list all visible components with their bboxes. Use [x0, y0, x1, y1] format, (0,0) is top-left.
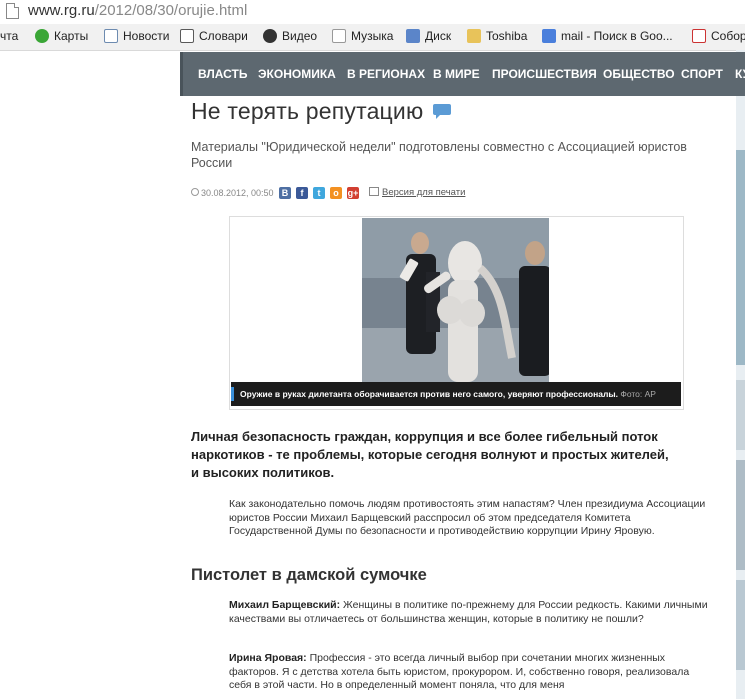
address-bar[interactable]: www.rg.ru/2012/08/30/orujie.html: [0, 0, 745, 24]
nav-item-society[interactable]: ОБЩЕСТВО: [603, 67, 675, 81]
bookmark-google-search[interactable]: mail - Поиск в Goo...: [542, 29, 673, 45]
bookmark-music[interactable]: Музыка: [332, 29, 393, 45]
bookmark-toshiba[interactable]: Toshiba: [467, 29, 527, 45]
vkontakte-icon[interactable]: B: [279, 187, 291, 199]
main-navigation: ВЛАСТЬ ЭКОНОМИКА В РЕГИОНАХ В МИРЕ ПРОИС…: [180, 52, 745, 96]
bookmark-news[interactable]: Новости: [104, 29, 169, 45]
yandex-icon: [692, 29, 706, 43]
bookmarks-bar: чта Карты Новости Словари Видео Музыка Д…: [0, 24, 745, 51]
news-icon: [104, 29, 118, 43]
folder-icon: [467, 29, 481, 43]
dictionary-icon: [180, 29, 194, 43]
comments-icon[interactable]: [433, 104, 451, 119]
bookmark-disk[interactable]: Диск: [406, 29, 451, 45]
bookmark-maps[interactable]: Карты: [35, 29, 88, 45]
side-image: [736, 580, 745, 670]
article-photo[interactable]: [362, 218, 549, 382]
question-paragraph: Михаил Барщевский: Женщины в политике по…: [229, 599, 708, 625]
nav-item-culture[interactable]: КУ: [735, 67, 745, 81]
url-text[interactable]: www.rg.ru/2012/08/30/orujie.html: [28, 2, 247, 19]
article-lead: Личная безопасность граждан, коррупция и…: [191, 429, 669, 480]
answer-paragraph: Ирина Яровая: Профессия - это всегда лич…: [229, 652, 690, 691]
page-icon: [6, 3, 19, 19]
side-image: [736, 380, 745, 450]
nav-item-world[interactable]: В МИРЕ: [433, 67, 480, 81]
bookmark-sobor[interactable]: Собор: [692, 29, 745, 45]
photo-caption: Оружие в руках дилетанта оборачивается п…: [231, 382, 681, 406]
nav-item-regions[interactable]: В РЕГИОНАХ: [347, 67, 425, 81]
nav-item-vlast[interactable]: ВЛАСТЬ: [198, 67, 247, 81]
article-subtitle: Материалы "Юридической недели" подготовл…: [191, 140, 687, 170]
speaker-name: Ирина Яровая:: [229, 652, 307, 664]
google-icon: [542, 29, 556, 43]
side-image: [736, 150, 745, 365]
printer-icon: [369, 187, 379, 196]
section-heading: Пистолет в дамской сумочке: [191, 566, 427, 584]
nav-item-sport[interactable]: СПОРТ: [681, 67, 723, 81]
disk-icon: [406, 29, 420, 43]
article-date: 30.08.2012, 00:50: [191, 188, 274, 198]
twitter-icon[interactable]: t: [313, 187, 325, 199]
bookmark-video[interactable]: Видео: [263, 29, 317, 45]
right-sidebar-strip: [736, 50, 745, 699]
article-intro: Как законодательно помочь людям противос…: [229, 498, 706, 537]
article-title: Не терять репутацию: [191, 98, 424, 124]
music-icon: [332, 29, 346, 43]
caption-accent: [231, 387, 234, 401]
bookmark-mail[interactable]: чта: [0, 29, 18, 45]
clock-icon: [191, 188, 199, 196]
photo-source: Фото: AP: [620, 389, 656, 399]
side-image: [736, 460, 745, 570]
video-icon: [263, 29, 277, 43]
google-plus-icon[interactable]: g+: [347, 187, 359, 199]
nav-edge: [180, 52, 183, 96]
odnoklassniki-icon[interactable]: o: [330, 187, 342, 199]
nav-item-incidents[interactable]: ПРОИСШЕСТВИЯ: [492, 67, 597, 81]
facebook-icon[interactable]: f: [296, 187, 308, 199]
nav-item-economy[interactable]: ЭКОНОМИКА: [258, 67, 336, 81]
photo-illustration: [362, 218, 549, 382]
speaker-name: Михаил Барщевский:: [229, 599, 341, 611]
print-version-link[interactable]: Версия для печати: [369, 187, 465, 198]
bookmark-dictionary[interactable]: Словари: [180, 29, 248, 45]
maps-icon: [35, 29, 49, 43]
caption-text: Оружие в руках дилетанта оборачивается п…: [240, 389, 618, 399]
